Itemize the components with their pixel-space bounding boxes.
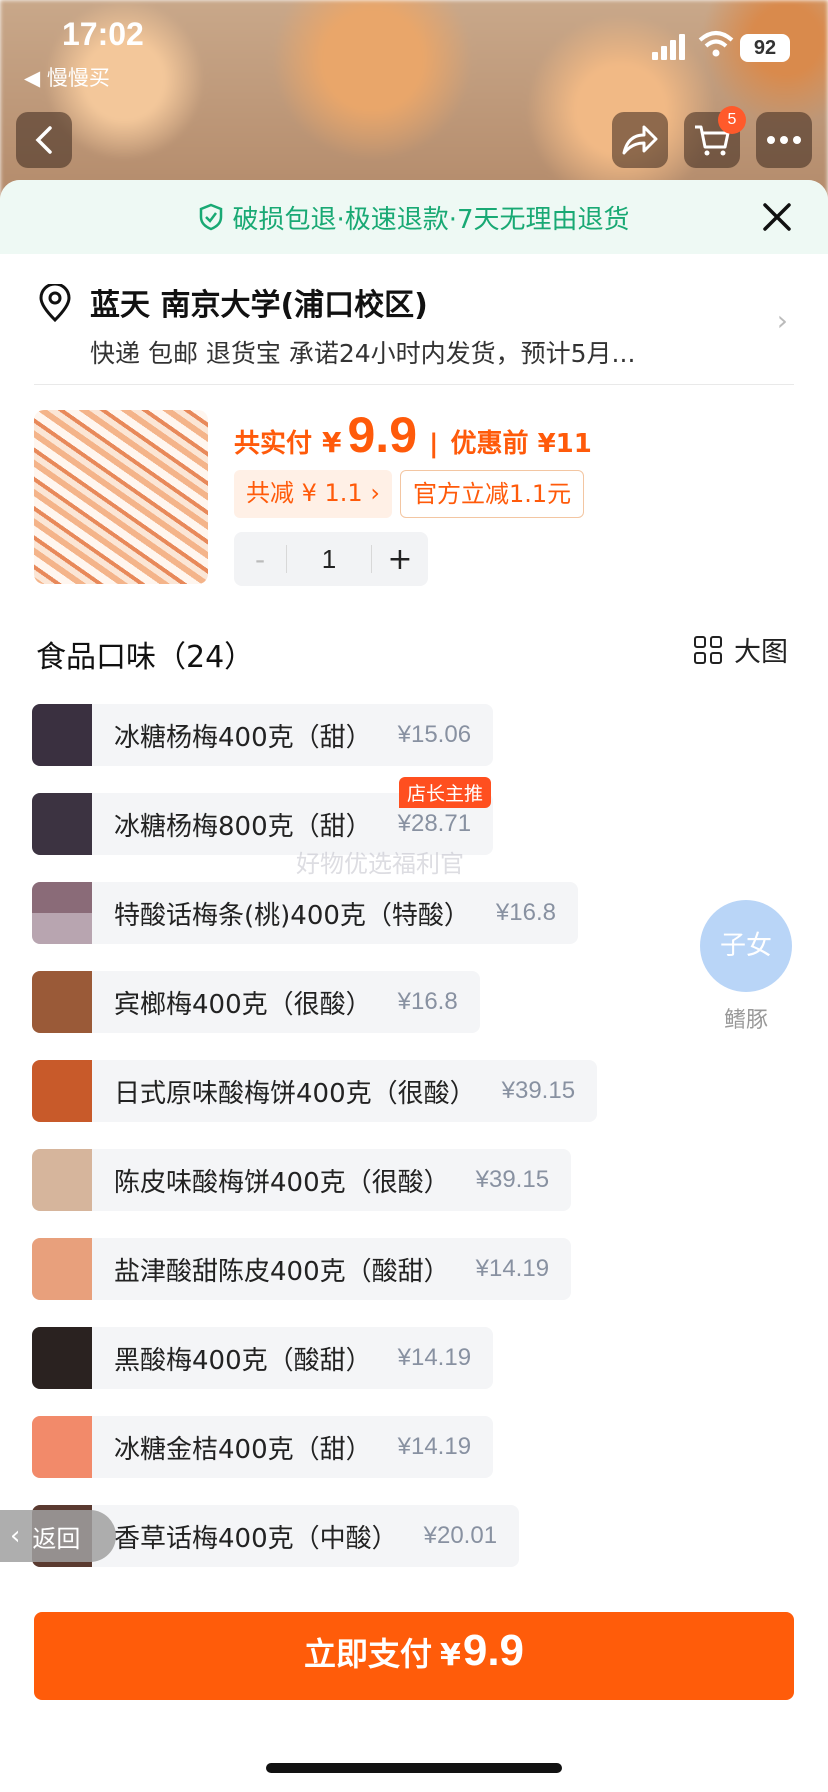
recommend-badge: 店长主推 [399, 777, 492, 808]
flavor-price: ¥14.19 [475, 1255, 550, 1282]
official-discount-tag: 官方立减1.1元 [400, 470, 585, 518]
back-to-app-link[interactable]: ◀ 慢慢买 [24, 62, 110, 92]
signal-icon [652, 34, 688, 60]
flavor-name: 黑酸梅400克（酸甜） [114, 1345, 372, 1376]
status-bar: 17:02 ◀ 慢慢买 92 [0, 0, 828, 90]
original-price: 优惠前 ¥11 [450, 429, 592, 459]
flavor-price: ¥14.19 [397, 1344, 472, 1371]
flavor-name: 日式原味酸梅饼400克（很酸） [114, 1078, 476, 1109]
flavor-name: 冰糖杨梅400克（甜） [114, 722, 372, 753]
flavor-name: 冰糖杨梅800克（甜） [114, 811, 372, 842]
increase-button[interactable]: + [372, 542, 428, 577]
pay-value: 9.9 [462, 1626, 525, 1675]
battery-indicator: 92 [740, 34, 790, 62]
flavor-name: 盐津酸甜陈皮400克（酸甜） [114, 1256, 450, 1287]
quantity-value[interactable]: 1 [286, 545, 372, 573]
flavor-option[interactable]: 日式原味酸梅饼400克（很酸） ¥39.15 [32, 1060, 598, 1122]
flavor-price: ¥39.15 [501, 1077, 576, 1104]
flavor-thumbnail [32, 882, 92, 944]
divider [34, 384, 794, 385]
large-image-toggle[interactable]: 大图 [694, 630, 788, 669]
quantity-stepper: - 1 + [234, 532, 428, 586]
flavor-name: 特酸话梅条(桃)400克（特酸） [114, 900, 470, 931]
delivery-info: 快递 包邮 退货宝 承诺24小时内发货，预计5月... [90, 339, 636, 368]
chevron-right-icon: › [776, 304, 788, 337]
status-time: 17:02 [62, 16, 144, 52]
flavor-price: ¥15.06 [397, 721, 472, 748]
flavor-price: ¥16.8 [397, 988, 458, 1015]
flavor-thumbnail [32, 704, 92, 766]
grid-icon [694, 635, 722, 664]
flavor-section-title: 食品口味（24） [36, 640, 255, 675]
paid-currency: ¥ [322, 426, 342, 459]
paid-value: 9.9 [347, 407, 418, 463]
guarantee-text: 破损包退·极速退款·7天无理由退货 [232, 204, 630, 235]
pay-now-button[interactable]: 立即支付 ¥ 9.9 [34, 1612, 794, 1700]
flavor-name: 陈皮味酸梅饼400克（很酸） [114, 1167, 450, 1198]
flavor-name: 冰糖金桔400克（甜） [114, 1434, 372, 1465]
chevron-left-icon: ‹ [10, 1521, 21, 1551]
cart-count-badge: 5 [718, 106, 746, 134]
watermark: 好物优选福利官 [296, 850, 464, 878]
flavor-price: ¥16.8 [495, 899, 556, 926]
flavor-thumbnail [32, 1149, 92, 1211]
floating-back-button[interactable]: ‹ 返回 [0, 1510, 116, 1562]
flavor-name: 宾榔梅400克（很酸） [114, 989, 372, 1020]
floating-avatar-label: 鳍豚 [723, 1008, 768, 1033]
pay-label: 立即支付 [303, 1635, 432, 1673]
flavor-option[interactable]: 宾榔梅400克（很酸） ¥16.8 [32, 971, 480, 1033]
more-icon [767, 136, 801, 144]
close-icon [763, 203, 791, 231]
flavor-thumbnail [32, 1238, 92, 1300]
shield-check-icon [198, 203, 224, 231]
discount-detail-tag[interactable]: 共减 ¥ 1.1 › [234, 470, 392, 518]
flavor-thumbnail [32, 1416, 92, 1478]
price-separator: | [429, 429, 439, 459]
flavor-thumbnail [32, 1060, 92, 1122]
wifi-icon [698, 30, 734, 58]
chevron-left-icon [35, 126, 52, 154]
flavor-price: ¥14.19 [397, 1433, 472, 1460]
back-button[interactable] [16, 112, 72, 168]
more-button[interactable] [756, 112, 812, 168]
flavor-option[interactable]: 冰糖杨梅400克（甜） ¥15.06 [32, 704, 494, 766]
flavor-option[interactable]: 盐津酸甜陈皮400克（酸甜） ¥14.19 [32, 1238, 572, 1300]
flavor-price: ¥39.15 [475, 1166, 550, 1193]
pay-currency: ¥ [439, 1638, 461, 1673]
large-image-label: 大图 [734, 637, 788, 668]
paid-label: 共实付 [234, 429, 313, 459]
product-thumbnail[interactable] [34, 410, 208, 584]
cart-button[interactable]: 5 [684, 106, 746, 168]
share-button[interactable] [612, 112, 668, 168]
address-name: 蓝天 南京大学(浦口校区) [90, 288, 428, 323]
shipping-address[interactable]: 蓝天 南京大学(浦口校区) 快递 包邮 退货宝 承诺24小时内发货，预计5月..… [0, 254, 828, 380]
guarantee-banner: 破损包退·极速退款·7天无理由退货 [0, 180, 828, 254]
price-summary: 共实付 ¥ 9.9 | 优惠前 ¥11 [234, 406, 592, 464]
flavor-thumbnail [32, 793, 92, 855]
decrease-button[interactable]: - [234, 543, 286, 576]
flavor-option[interactable]: 冰糖金桔400克（甜） ¥14.19 [32, 1416, 494, 1478]
flavor-name: 香草话梅400克（中酸） [114, 1523, 398, 1554]
flavor-options: 冰糖杨梅400克（甜） ¥15.06 冰糖杨梅800克（甜） ¥28.71 店长… [32, 704, 802, 1594]
checkout-sheet: 破损包退·极速退款·7天无理由退货 蓝天 南京大学(浦口校区) 快递 包邮 退货… [0, 180, 828, 1792]
flavor-option[interactable]: 陈皮味酸梅饼400克（很酸） ¥39.15 [32, 1149, 572, 1211]
flavor-thumbnail [32, 971, 92, 1033]
close-button[interactable] [760, 200, 794, 234]
share-icon [622, 125, 658, 155]
floating-back-label: 返回 [32, 1524, 81, 1553]
flavor-thumbnail [32, 1327, 92, 1389]
flavor-option[interactable]: 特酸话梅条(桃)400克（特酸） ¥16.8 [32, 882, 578, 944]
flavor-price: ¥20.01 [423, 1522, 498, 1549]
flavor-option[interactable]: 黑酸梅400克（酸甜） ¥14.19 [32, 1327, 494, 1389]
floating-avatar[interactable]: 子女 [700, 900, 792, 992]
home-indicator [266, 1763, 562, 1773]
location-pin-icon [38, 282, 72, 326]
flavor-price: ¥28.71 [397, 810, 472, 837]
